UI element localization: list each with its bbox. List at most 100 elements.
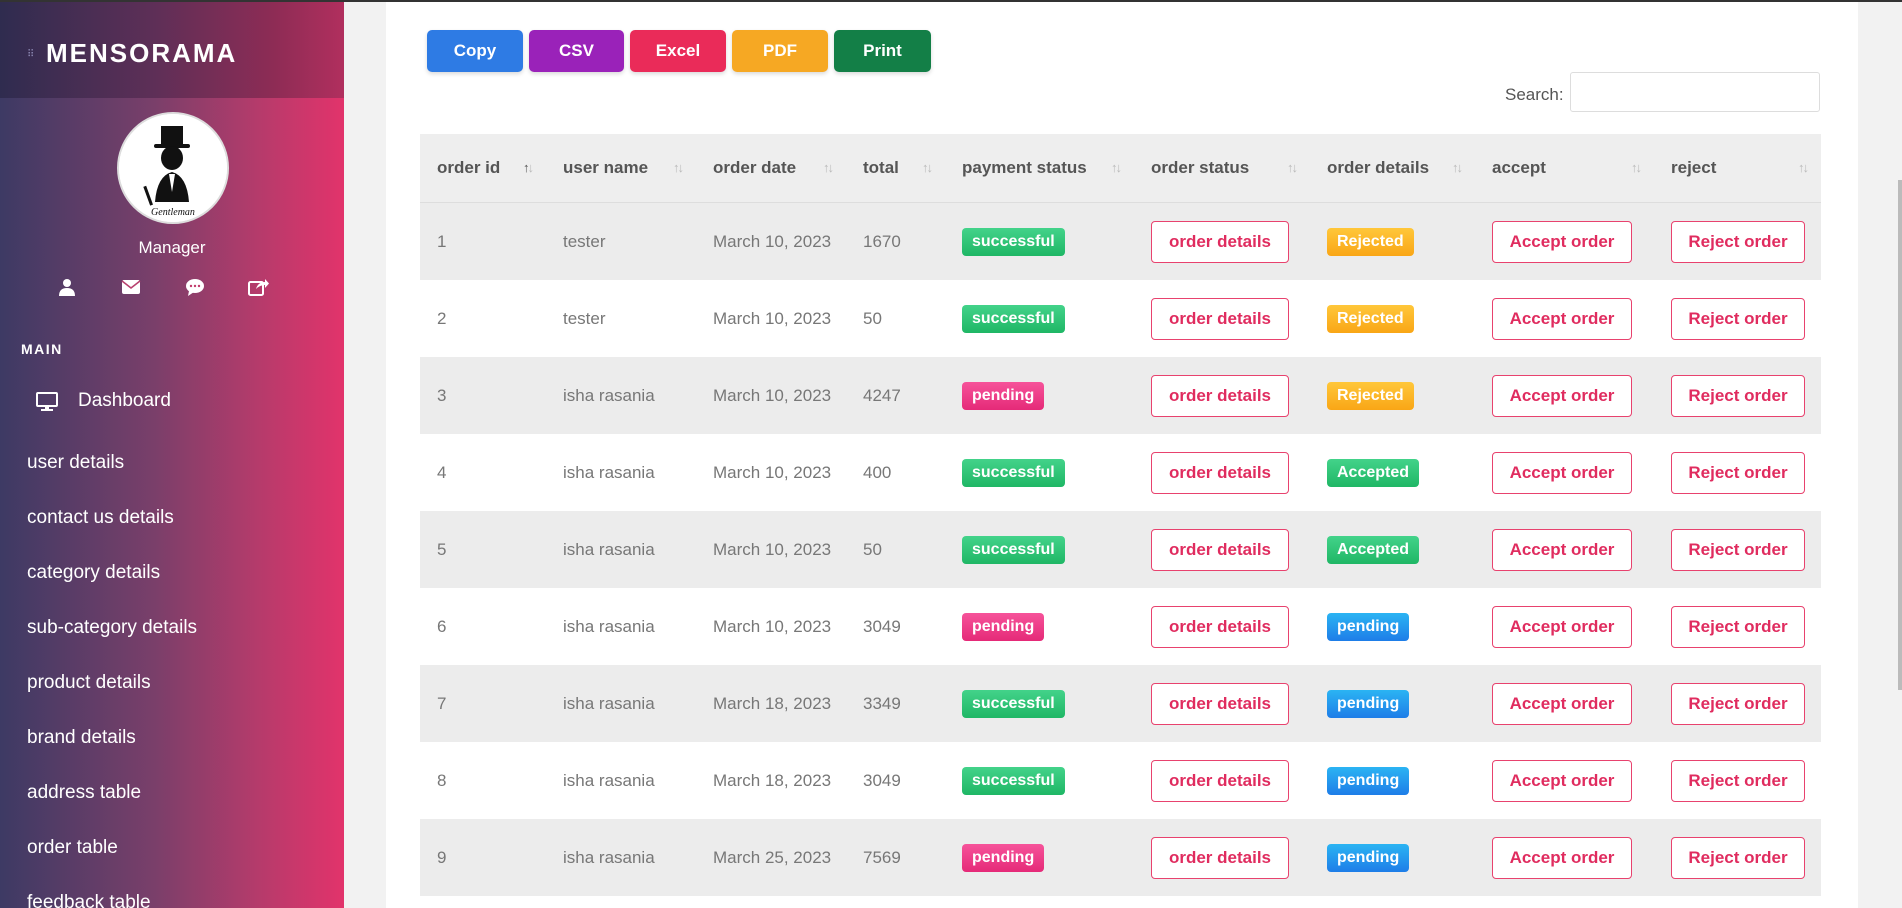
svg-text:Gentleman: Gentleman xyxy=(151,207,195,218)
column-header-label: reject xyxy=(1671,158,1717,177)
chat-icon[interactable] xyxy=(180,272,210,302)
accept-order-button[interactable]: Accept order xyxy=(1492,528,1632,571)
payment-status-cell: pending xyxy=(945,357,1134,434)
order-details-badge: pending xyxy=(1327,612,1410,641)
order-details-badge: Rejected xyxy=(1327,227,1414,256)
order-details-button[interactable]: order details xyxy=(1151,682,1289,725)
sidebar-item-contact-us-details[interactable]: contact us details xyxy=(0,490,344,545)
sidebar-item-label: category details xyxy=(27,561,161,583)
sort-icon: ↑↓ xyxy=(1452,160,1463,175)
table-row: 7 isha rasania March 18, 2023 3349 succe… xyxy=(420,665,1821,742)
accept-cell: Accept order xyxy=(1475,588,1654,665)
copy-button[interactable]: Copy xyxy=(427,30,523,72)
order-details-button[interactable]: order details xyxy=(1151,374,1289,417)
user-icon[interactable] xyxy=(52,272,82,302)
sidebar-item-product-details[interactable]: product details xyxy=(0,655,344,710)
user-name-cell: isha rasania xyxy=(546,665,696,742)
print-button[interactable]: Print xyxy=(834,30,931,72)
accept-order-button[interactable]: Accept order xyxy=(1492,451,1632,494)
reject-cell: Reject order xyxy=(1654,202,1821,280)
reject-order-button[interactable]: Reject order xyxy=(1671,220,1805,263)
order-details-badge: Rejected xyxy=(1327,304,1414,333)
user-name-cell: tester xyxy=(546,202,696,280)
order-details-button[interactable]: order details xyxy=(1151,220,1289,263)
reject-cell: Reject order xyxy=(1654,434,1821,511)
column-header[interactable]: accept ↑↓ xyxy=(1475,134,1654,203)
total-cell: 3349 xyxy=(846,665,945,742)
total-cell: 400 xyxy=(846,434,945,511)
payment-status-badge: successful xyxy=(962,304,1065,333)
order-date-cell: March 10, 2023 xyxy=(696,434,846,511)
column-header[interactable]: payment status ↑↓ xyxy=(945,134,1134,203)
sidebar-item-label: Dashboard xyxy=(78,390,171,411)
order-details-cell: pending xyxy=(1310,665,1475,742)
sidebar-item-user-details[interactable]: user details xyxy=(0,435,344,490)
order-details-cell: Rejected xyxy=(1310,357,1475,434)
column-header-label: payment status xyxy=(962,158,1087,177)
reject-order-button[interactable]: Reject order xyxy=(1671,836,1805,879)
column-header[interactable]: user name ↑↓ xyxy=(546,134,696,203)
reject-order-button[interactable]: Reject order xyxy=(1671,451,1805,494)
user-role: Manager xyxy=(138,238,206,257)
sidebar-item-dashboard[interactable]: Dashboard xyxy=(0,380,344,422)
order-id-cell: 6 xyxy=(420,588,546,665)
payment-status-cell: successful xyxy=(945,742,1134,819)
reject-order-button[interactable]: Reject order xyxy=(1671,297,1805,340)
reject-order-button[interactable]: Reject order xyxy=(1671,374,1805,417)
column-header-label: order details xyxy=(1327,158,1430,177)
column-header[interactable]: order details ↑↓ xyxy=(1310,134,1475,203)
reject-order-button[interactable]: Reject order xyxy=(1671,682,1805,725)
sidebar-item-address-table[interactable]: address table xyxy=(0,765,344,820)
reject-order-button[interactable]: Reject order xyxy=(1671,528,1805,571)
accept-order-button[interactable]: Accept order xyxy=(1492,220,1632,263)
sidebar-item-category-details[interactable]: category details xyxy=(0,545,344,600)
sort-icon: ↑↓ xyxy=(823,160,834,175)
order-details-button[interactable]: order details xyxy=(1151,528,1289,571)
column-header[interactable]: order id ↑↓ xyxy=(420,134,546,203)
column-header[interactable]: total ↑↓ xyxy=(846,134,945,203)
page-scrollbar[interactable] xyxy=(1898,180,1902,690)
column-header[interactable]: order date ↑↓ xyxy=(696,134,846,203)
column-header[interactable]: order status ↑↓ xyxy=(1134,134,1310,203)
order-details-button[interactable]: order details xyxy=(1151,759,1289,802)
accept-order-button[interactable]: Accept order xyxy=(1492,682,1632,725)
order-status-cell: order details xyxy=(1134,357,1310,434)
column-header[interactable]: reject ↑↓ xyxy=(1654,134,1821,203)
share-icon[interactable] xyxy=(244,272,274,302)
orders-table: order id ↑↓ user name ↑↓ order date ↑↓ tota… xyxy=(420,134,1821,896)
sidebar-item-label: user details xyxy=(27,451,125,473)
envelope-icon[interactable] xyxy=(116,272,146,302)
pdf-button[interactable]: PDF xyxy=(732,30,828,72)
sidebar-item-order-table[interactable]: order table xyxy=(0,820,344,875)
user-name-cell: isha rasania xyxy=(546,511,696,588)
payment-status-badge: successful xyxy=(962,689,1065,718)
order-details-button[interactable]: order details xyxy=(1151,836,1289,879)
search-input[interactable] xyxy=(1570,72,1820,112)
reject-cell: Reject order xyxy=(1654,819,1821,896)
brand-logo-text[interactable]: MENSORAMA xyxy=(46,38,237,69)
order-status-cell: order details xyxy=(1134,280,1310,357)
order-date-cell: March 25, 2023 xyxy=(696,819,846,896)
reject-order-button[interactable]: Reject order xyxy=(1671,759,1805,802)
accept-order-button[interactable]: Accept order xyxy=(1492,605,1632,648)
accept-order-button[interactable]: Accept order xyxy=(1492,759,1632,802)
sidebar-item-sub-category-details[interactable]: sub-category details xyxy=(0,600,344,655)
sidebar-item-brand-details[interactable]: brand details xyxy=(0,710,344,765)
payment-status-cell: pending xyxy=(945,588,1134,665)
reject-cell: Reject order xyxy=(1654,511,1821,588)
order-details-button[interactable]: order details xyxy=(1151,451,1289,494)
accept-order-button[interactable]: Accept order xyxy=(1492,374,1632,417)
sort-icon: ↑↓ xyxy=(1631,160,1642,175)
reject-order-button[interactable]: Reject order xyxy=(1671,605,1805,648)
reject-cell: Reject order xyxy=(1654,588,1821,665)
payment-status-cell: successful xyxy=(945,511,1134,588)
order-details-badge: Accepted xyxy=(1327,535,1420,564)
csv-button[interactable]: CSV xyxy=(529,30,624,72)
order-details-button[interactable]: order details xyxy=(1151,297,1289,340)
sidebar-item-feedback-table[interactable]: feedback table xyxy=(0,875,344,908)
payment-status-cell: successful xyxy=(945,665,1134,742)
order-details-button[interactable]: order details xyxy=(1151,605,1289,648)
excel-button[interactable]: Excel xyxy=(630,30,726,72)
accept-order-button[interactable]: Accept order xyxy=(1492,297,1632,340)
accept-order-button[interactable]: Accept order xyxy=(1492,836,1632,879)
